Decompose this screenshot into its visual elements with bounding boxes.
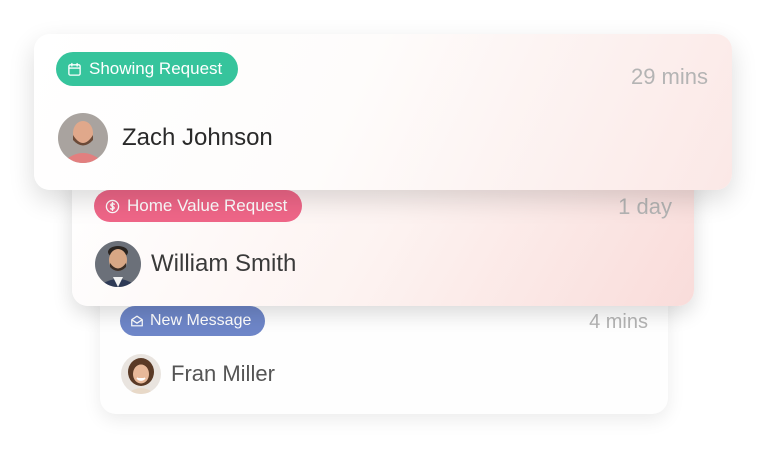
contact-name: Zach Johnson <box>122 124 273 151</box>
showing-request-badge: Showing Request <box>56 52 239 86</box>
avatar <box>121 354 161 394</box>
notification-time: 1 day <box>618 194 672 219</box>
contact: William Smith <box>95 241 296 287</box>
badge-label: Home Value Request <box>127 196 288 215</box>
new-message-badge: New Message <box>120 306 266 336</box>
contact: Fran Miller <box>121 354 275 394</box>
contact: Zach Johnson <box>58 113 273 163</box>
notification-stack: New Message 4 mins Fran Miller Home Valu… <box>0 0 768 452</box>
notification-time: 29 mins <box>630 64 708 89</box>
notification-time: 4 mins <box>589 311 648 333</box>
dollar-circle-icon <box>105 199 120 213</box>
calendar-icon <box>68 62 81 76</box>
avatar <box>95 241 141 287</box>
badge-label: Showing Request <box>89 59 223 78</box>
contact-name: Fran Miller <box>171 361 275 386</box>
avatar <box>58 113 108 163</box>
home-value-request-badge: Home Value Request <box>94 190 303 222</box>
badge-label: New Message <box>150 312 252 329</box>
contact-name: William Smith <box>151 250 297 277</box>
envelope-icon <box>131 315 143 327</box>
notification-card-showing-request[interactable]: Showing Request 29 mins Zach Johnson <box>34 34 732 190</box>
